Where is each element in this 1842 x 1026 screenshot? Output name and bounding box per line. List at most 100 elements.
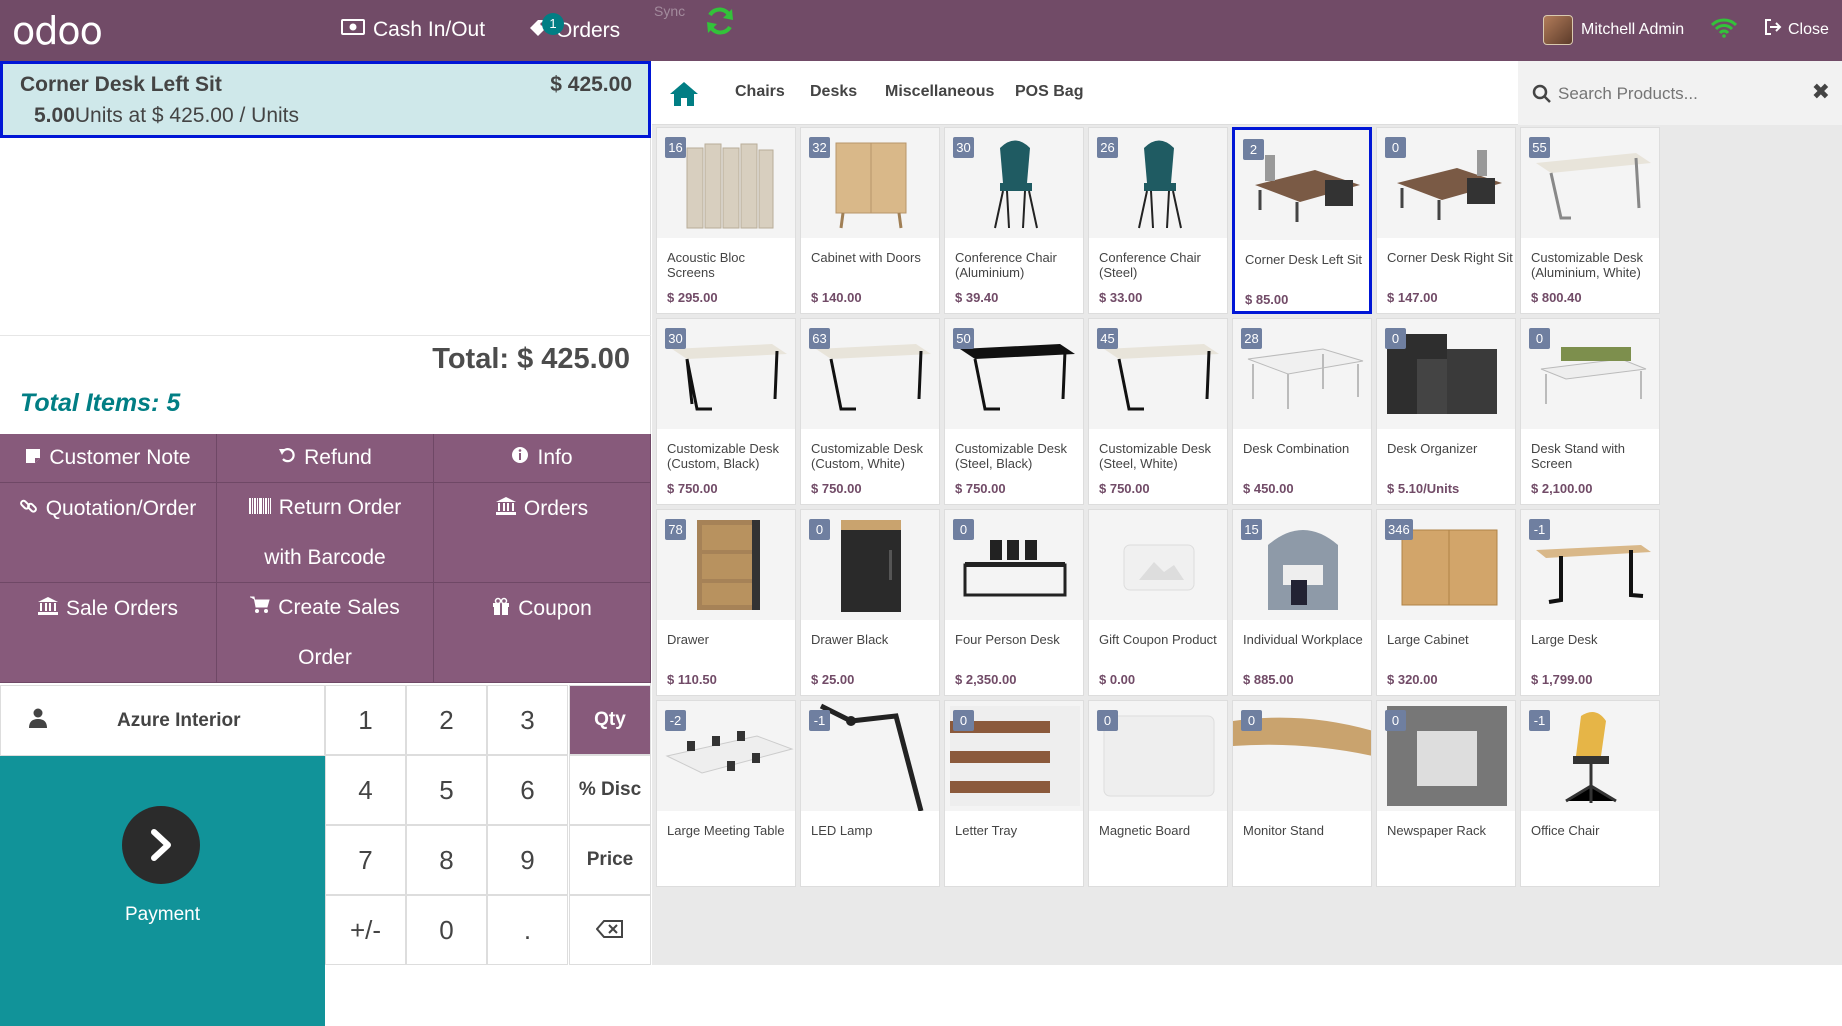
product-card[interactable]: 0 Drawer Black $ 25.00 xyxy=(800,509,940,696)
product-card[interactable]: -2 Large Meeting Table xyxy=(656,700,796,887)
key-8[interactable]: 8 xyxy=(406,825,487,895)
payment-button[interactable]: Payment xyxy=(0,756,325,1026)
orders-label: Orders xyxy=(556,19,621,42)
payment-label: Payment xyxy=(125,904,200,925)
key-2[interactable]: 2 xyxy=(406,685,487,755)
search-input[interactable] xyxy=(1558,79,1798,109)
product-card[interactable]: 28 Desk Combination $ 450.00 xyxy=(1232,318,1372,505)
cash-in-out-button[interactable]: Cash In/Out xyxy=(341,18,485,42)
product-name: Conference Chair (Aluminium) xyxy=(955,250,1057,280)
product-name: Conference Chair (Steel) xyxy=(1099,250,1201,280)
product-price: $ 320.00 xyxy=(1387,672,1438,687)
product-card[interactable]: 0 Corner Desk Right Sit $ 147.00 xyxy=(1376,127,1516,314)
discount-mode-button[interactable]: % Disc xyxy=(569,755,651,825)
stock-badge: 0 xyxy=(1385,137,1406,158)
customer-button[interactable]: Azure Interior xyxy=(0,685,325,756)
product-card[interactable]: 55 Customizable Desk (Aluminium, White) $ … xyxy=(1520,127,1660,314)
product-card[interactable]: 0 Newspaper Rack xyxy=(1376,700,1516,887)
return-order-barcode-button[interactable]: Return Order with Barcode xyxy=(217,483,434,583)
cash-in-out-label: Cash In/Out xyxy=(373,18,486,41)
key-9[interactable]: 9 xyxy=(487,825,568,895)
product-price: $ 147.00 xyxy=(1387,290,1438,305)
key-6[interactable]: 6 xyxy=(487,755,568,825)
user-name: Mitchell Admin xyxy=(1581,21,1685,38)
product-card[interactable]: Gift Coupon Product $ 0.00 xyxy=(1088,509,1228,696)
chevron-right-icon xyxy=(122,806,200,884)
product-card[interactable]: 0 Desk Stand with Screen $ 2,100.00 xyxy=(1520,318,1660,505)
product-card[interactable]: 30 Customizable Desk (Custom, Black) $ 750… xyxy=(656,318,796,505)
sync-icon[interactable] xyxy=(702,3,738,44)
product-price: $ 750.00 xyxy=(811,481,862,496)
qty-mode-button[interactable]: Qty xyxy=(569,685,651,755)
product-price: $ 450.00 xyxy=(1243,481,1294,496)
product-card[interactable]: 32 Cabinet with Doors $ 140.00 xyxy=(800,127,940,314)
coupon-label: Coupon xyxy=(518,597,592,620)
product-card[interactable]: 16 Acoustic Bloc Screens $ 295.00 xyxy=(656,127,796,314)
order-line-name: Corner Desk Left Sit xyxy=(20,73,222,96)
user-menu[interactable]: Mitchell Admin xyxy=(1543,15,1684,45)
key-4[interactable]: 4 xyxy=(325,755,406,825)
product-card[interactable]: -1 LED Lamp xyxy=(800,700,940,887)
product-card[interactable]: 0 Four Person Desk $ 2,350.00 xyxy=(944,509,1084,696)
price-mode-button[interactable]: Price xyxy=(569,825,651,895)
category-miscellaneous[interactable]: Miscellaneous xyxy=(885,83,994,101)
product-card[interactable]: 78 Drawer $ 110.50 xyxy=(656,509,796,696)
order-line[interactable]: Corner Desk Left Sit $ 425.00 5.00Units … xyxy=(0,61,651,138)
close-button[interactable]: Close xyxy=(1764,19,1829,40)
product-card[interactable]: 2 Corner Desk Left Sit $ 85.00 xyxy=(1232,127,1372,314)
product-card[interactable]: 30 Conference Chair (Aluminium) $ 39.40 xyxy=(944,127,1084,314)
refund-button[interactable]: Refund xyxy=(217,434,434,483)
product-card[interactable]: 63 Customizable Desk (Custom, White) $ 750… xyxy=(800,318,940,505)
quotation-order-button[interactable]: Quotation/Order xyxy=(0,483,217,583)
wifi-icon xyxy=(1710,18,1738,43)
category-desks[interactable]: Desks xyxy=(810,83,857,101)
product-name: Four Person Desk xyxy=(955,632,1060,647)
category-pos-bag[interactable]: POS Bag xyxy=(1015,83,1083,101)
product-card[interactable]: 0 Letter Tray xyxy=(944,700,1084,887)
coupon-button[interactable]: Coupon xyxy=(434,583,651,683)
clear-search-icon[interactable]: ✖ xyxy=(1812,79,1830,105)
bank-icon xyxy=(37,584,58,634)
key-3[interactable]: 3 xyxy=(487,685,568,755)
key-5[interactable]: 5 xyxy=(406,755,487,825)
stock-badge: 346 xyxy=(1385,519,1413,540)
create-sales-order-button[interactable]: Create Sales Order xyxy=(217,583,434,683)
product-price: $ 750.00 xyxy=(667,481,718,496)
order-line-detail: 5.00Units at $ 425.00 / Units xyxy=(34,104,299,128)
avatar xyxy=(1543,15,1573,45)
key-plus-minus[interactable]: +/- xyxy=(325,895,406,965)
product-price: $ 25.00 xyxy=(811,672,855,687)
order-line-qty: 5.00 xyxy=(34,104,75,127)
product-card[interactable]: 26 Conference Chair (Steel) $ 33.00 xyxy=(1088,127,1228,314)
product-card[interactable]: 15 Individual Workplace $ 885.00 xyxy=(1232,509,1372,696)
stock-badge: 0 xyxy=(1385,710,1406,731)
product-name: Large Desk xyxy=(1531,632,1598,647)
product-card[interactable]: 346 Large Cabinet $ 320.00 xyxy=(1376,509,1516,696)
customer-note-button[interactable]: Customer Note xyxy=(0,434,217,483)
order-line-unit-price: Units at $ 425.00 / Units xyxy=(74,104,299,127)
product-card[interactable]: -1 Large Desk $ 1,799.00 xyxy=(1520,509,1660,696)
key-decimal[interactable]: . xyxy=(487,895,568,965)
key-0[interactable]: 0 xyxy=(406,895,487,965)
product-name: Cabinet with Doors xyxy=(811,250,921,265)
orders-list-button[interactable]: Orders xyxy=(434,483,651,583)
quotation-order-label: Quotation/Order xyxy=(45,497,197,520)
product-card[interactable]: 50 Customizable Desk (Steel, Black) $ 750.… xyxy=(944,318,1084,505)
key-7[interactable]: 7 xyxy=(325,825,406,895)
home-icon[interactable] xyxy=(669,81,699,112)
product-card[interactable]: 0 Monitor Stand xyxy=(1232,700,1372,887)
info-button[interactable]: Info xyxy=(434,434,651,483)
key-1[interactable]: 1 xyxy=(325,685,406,755)
product-card[interactable]: 0 Magnetic Board xyxy=(1088,700,1228,887)
product-name: Customizable Desk (Custom, Black) xyxy=(667,441,779,471)
product-card[interactable]: -1 Office Chair xyxy=(1520,700,1660,887)
backspace-button[interactable] xyxy=(569,895,651,965)
sale-orders-button[interactable]: Sale Orders xyxy=(0,583,217,683)
product-name: Magnetic Board xyxy=(1099,823,1191,838)
category-chairs[interactable]: Chairs xyxy=(735,83,785,101)
product-card[interactable]: 45 Customizable Desk (Steel, White) $ 750.… xyxy=(1088,318,1228,505)
gift-icon xyxy=(492,584,510,634)
stock-badge: 78 xyxy=(665,519,686,540)
product-card[interactable]: 0 Desk Organizer $ 5.10/Units xyxy=(1376,318,1516,505)
product-name: Customizable Desk (Aluminium, White) xyxy=(1531,250,1643,280)
